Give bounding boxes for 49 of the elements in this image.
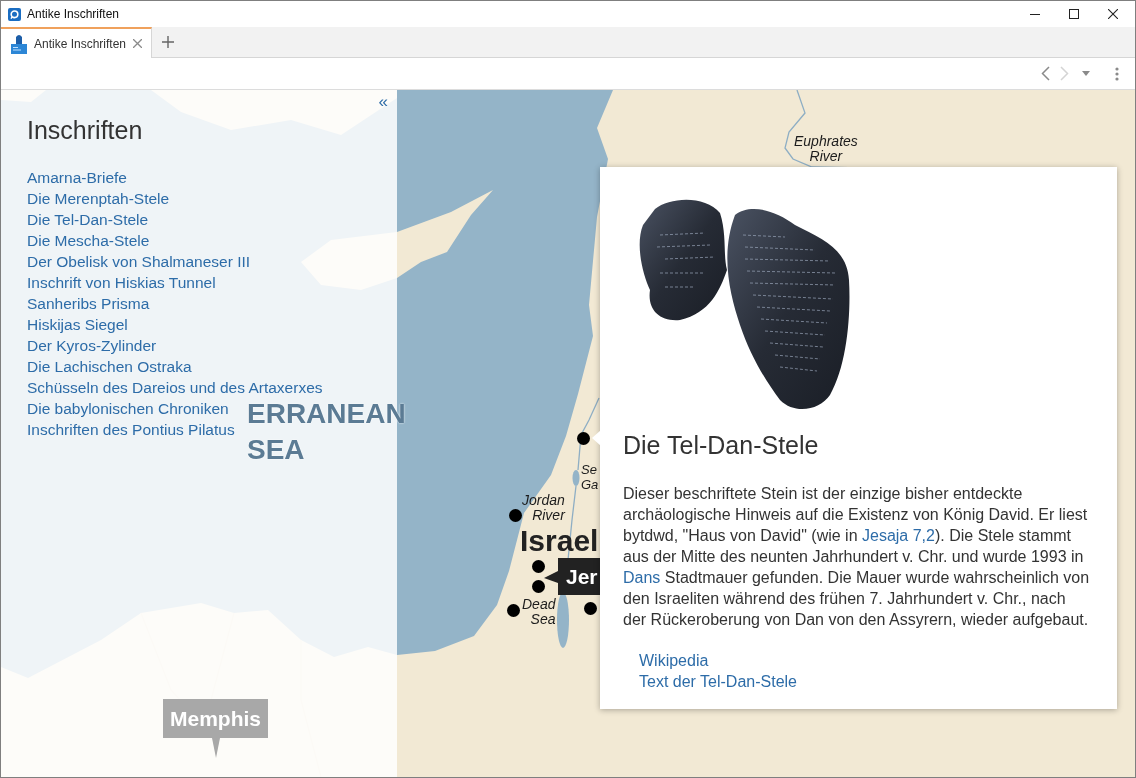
collapse-button[interactable]: « xyxy=(378,92,388,112)
popup-description: Dieser beschriftete Stein ist der einzige bisher entdeckte archäologische Hinweis auf die Existenz von König David. Er liest bytdwd, "Haus von David" (wie in Jesaja 7,2). Die Stele stammt aus der Mitte des neunten Jahrhundert v. Chr. und wurde 1993 in Dans Stadtmauer gefunden. Die Mauer wurde wahrscheinlich von den Israeliten während des frühen 7. Jahrhundert v. Chr., nach der Rückeroberung von Dan von den Assyrern, wieder aufgebaut. xyxy=(623,484,1090,630)
map-label: Se Ga xyxy=(581,462,599,492)
label-pointer-icon xyxy=(544,570,558,583)
label-pointer-icon xyxy=(211,738,220,758)
sidebar-link[interactable]: Der Obelisk von Shalmaneser III xyxy=(27,251,251,272)
city-label: Memphis xyxy=(163,699,268,738)
lake-drawing xyxy=(557,592,569,648)
minimize-icon[interactable] xyxy=(1030,13,1040,15)
logo-icon xyxy=(8,7,21,21)
sidebar-link[interactable]: Die Tel-Dan-Stele xyxy=(27,209,149,230)
map-label: Euphrates River xyxy=(794,134,858,164)
plus-icon[interactable] xyxy=(162,36,174,48)
sidebar-link[interactable]: Die Mescha-Stele xyxy=(27,230,150,251)
maximize-icon[interactable] xyxy=(1069,9,1079,19)
map-label: Israel xyxy=(520,524,599,558)
sidebar-link[interactable]: Schüsseln des Dareios und des Artaxerxes xyxy=(27,377,323,398)
popup-link[interactable]: Wikipedia xyxy=(639,650,709,671)
marker-dot-icon[interactable] xyxy=(577,432,590,445)
marker-dot-icon[interactable] xyxy=(584,602,597,615)
marker-dot-icon[interactable] xyxy=(507,604,520,617)
stele-icon xyxy=(11,33,27,54)
sidebar-link[interactable]: Der Kyros-Zylinder xyxy=(27,335,157,356)
inline-link[interactable]: Dans xyxy=(623,569,661,586)
back-icon[interactable] xyxy=(1041,66,1050,81)
caret-down-icon[interactable] xyxy=(1082,71,1090,76)
sidebar-link[interactable]: Inschriften des Pontius Pilatus xyxy=(27,419,235,440)
more-menu-icon[interactable] xyxy=(1115,66,1119,81)
map-label: Jordan River xyxy=(522,493,565,523)
close-icon[interactable] xyxy=(1108,9,1118,19)
sidebar-link[interactable]: Hiskijas Siegel xyxy=(27,314,128,335)
sidebar-link[interactable]: Die Merenptah-Stele xyxy=(27,188,170,209)
sidebar-link[interactable]: Sanheribs Prisma xyxy=(27,293,150,314)
popup-link[interactable]: Text der Tel-Dan-Stele xyxy=(639,671,797,692)
sidebar-link[interactable]: Die babylonischen Chroniken xyxy=(27,398,229,419)
sidebar-link[interactable]: Die Lachischen Ostraka xyxy=(27,356,192,377)
inline-link[interactable]: Jesaja 7,2 xyxy=(862,527,935,544)
window-title: Antike Inschriften xyxy=(27,7,120,21)
sidebar-link[interactable]: Inschrift von Hiskias Tunnel xyxy=(27,272,216,293)
sidebar-link[interactable]: Amarna-Briefe xyxy=(27,167,127,188)
marker-dot-icon[interactable] xyxy=(509,509,522,522)
city-label: Jer xyxy=(558,558,600,595)
sidebar-title: Inschriften xyxy=(27,115,143,145)
marker-dot-icon[interactable] xyxy=(532,560,545,573)
lake-drawing xyxy=(572,470,580,486)
tab[interactable]: Antike Inschriften xyxy=(1,27,152,58)
map-label: Dead Sea xyxy=(522,597,556,627)
marker-dot-icon[interactable] xyxy=(532,580,545,593)
popup-title: Die Tel-Dan-Stele xyxy=(623,430,819,460)
